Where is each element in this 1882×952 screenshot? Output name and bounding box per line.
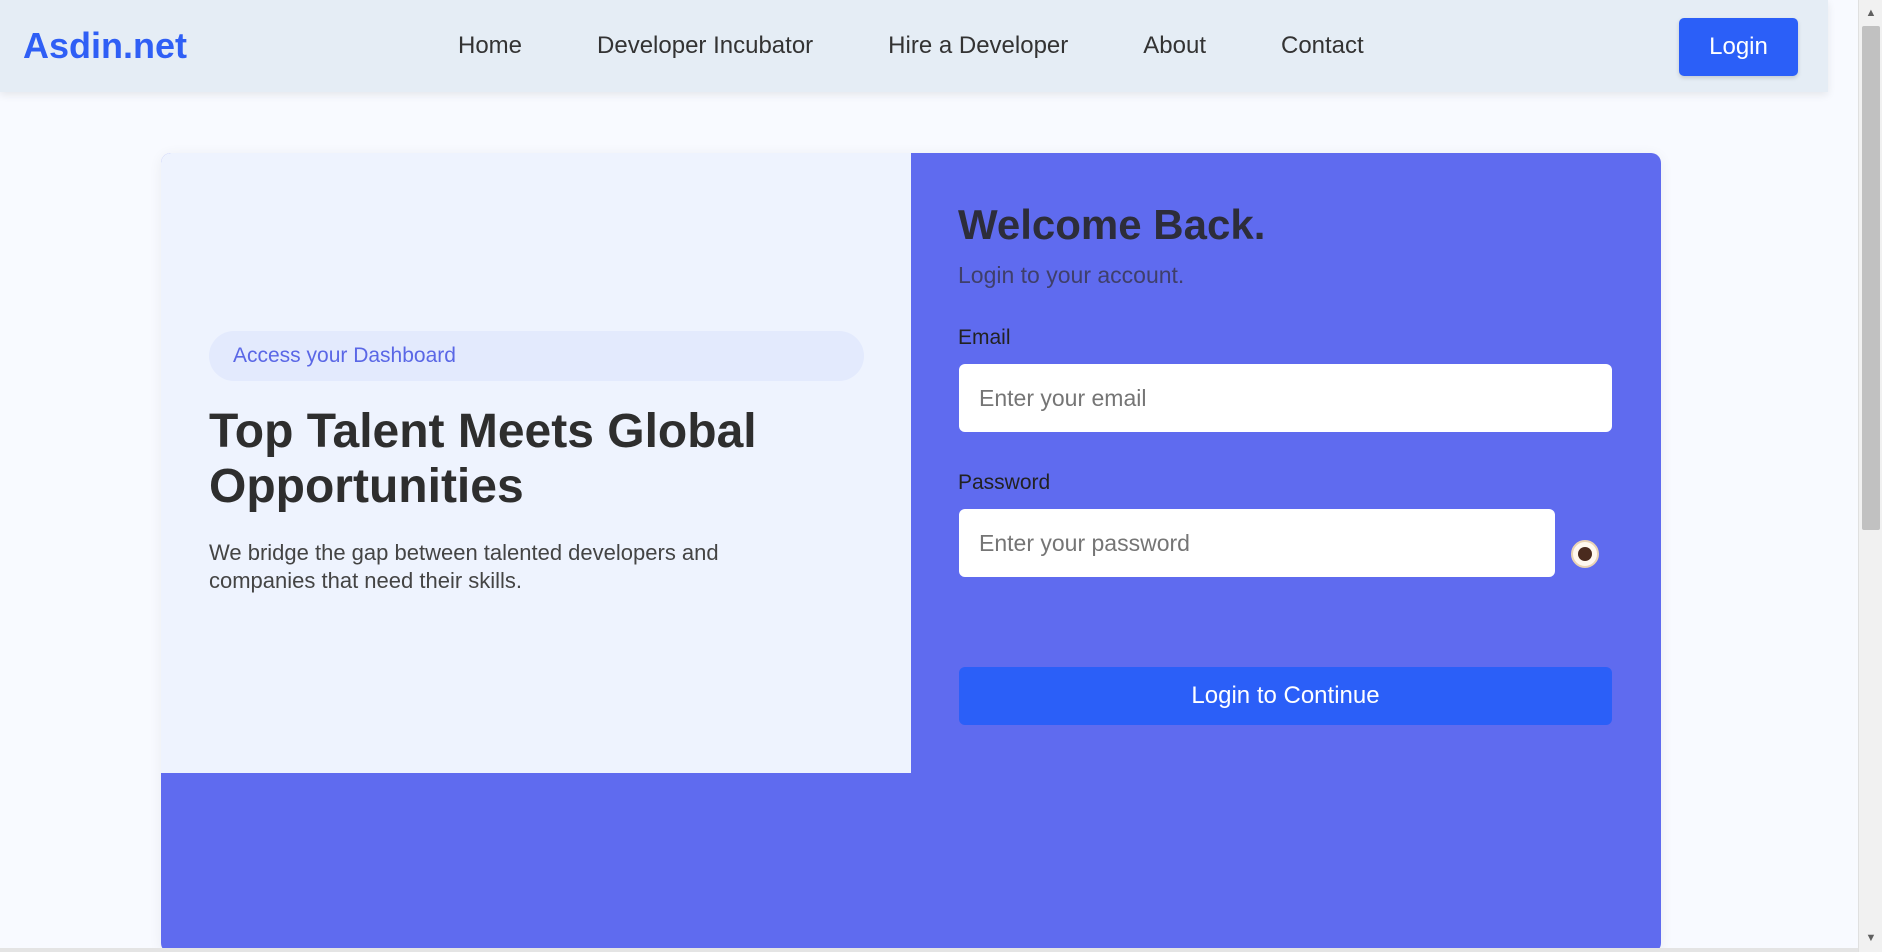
site-logo[interactable]: Asdin.net: [23, 24, 187, 68]
header-login-button[interactable]: Login: [1679, 18, 1798, 76]
main-nav: Home Developer Incubator Hire a Develope…: [458, 31, 1439, 61]
login-form-panel: Welcome Back. Login to your account. Ema…: [911, 153, 1661, 773]
password-label: Password: [958, 471, 1051, 494]
email-field[interactable]: [959, 364, 1612, 432]
email-label: Email: [958, 326, 1011, 349]
scrollbar-thumb[interactable]: [1862, 26, 1880, 530]
nav-item-hire-a-developer[interactable]: Hire a Developer: [888, 31, 1068, 61]
login-subtitle: Login to your account.: [958, 262, 1185, 288]
login-card: Access your Dashboard Top Talent Meets G…: [161, 153, 1661, 952]
nav-item-about[interactable]: About: [1143, 31, 1206, 61]
password-field[interactable]: [959, 509, 1555, 577]
nav-item-contact[interactable]: Contact: [1281, 31, 1364, 61]
login-submit-button[interactable]: Login to Continue: [959, 667, 1612, 725]
scroll-up-arrow-icon[interactable]: ▲: [1859, 3, 1882, 23]
eye-pupil: [1578, 547, 1592, 561]
hero-title: Top Talent Meets Global Opportunities: [209, 405, 757, 513]
login-title: Welcome Back.: [958, 201, 1266, 248]
scroll-down-arrow-icon[interactable]: ▼: [1859, 928, 1882, 948]
site-header: Asdin.net Home Developer Incubator Hire …: [0, 0, 1828, 92]
eye-icon[interactable]: [1571, 540, 1599, 568]
hero-panel: Access your Dashboard Top Talent Meets G…: [161, 153, 911, 773]
nav-item-home[interactable]: Home: [458, 31, 522, 61]
viewport-bottom-edge: [0, 948, 1858, 952]
hero-description: We bridge the gap between talented devel…: [209, 540, 719, 593]
dashboard-badge: Access your Dashboard: [209, 331, 864, 381]
vertical-scrollbar[interactable]: ▲ ▼: [1858, 0, 1882, 952]
nav-item-developer-incubator[interactable]: Developer Incubator: [597, 31, 813, 61]
